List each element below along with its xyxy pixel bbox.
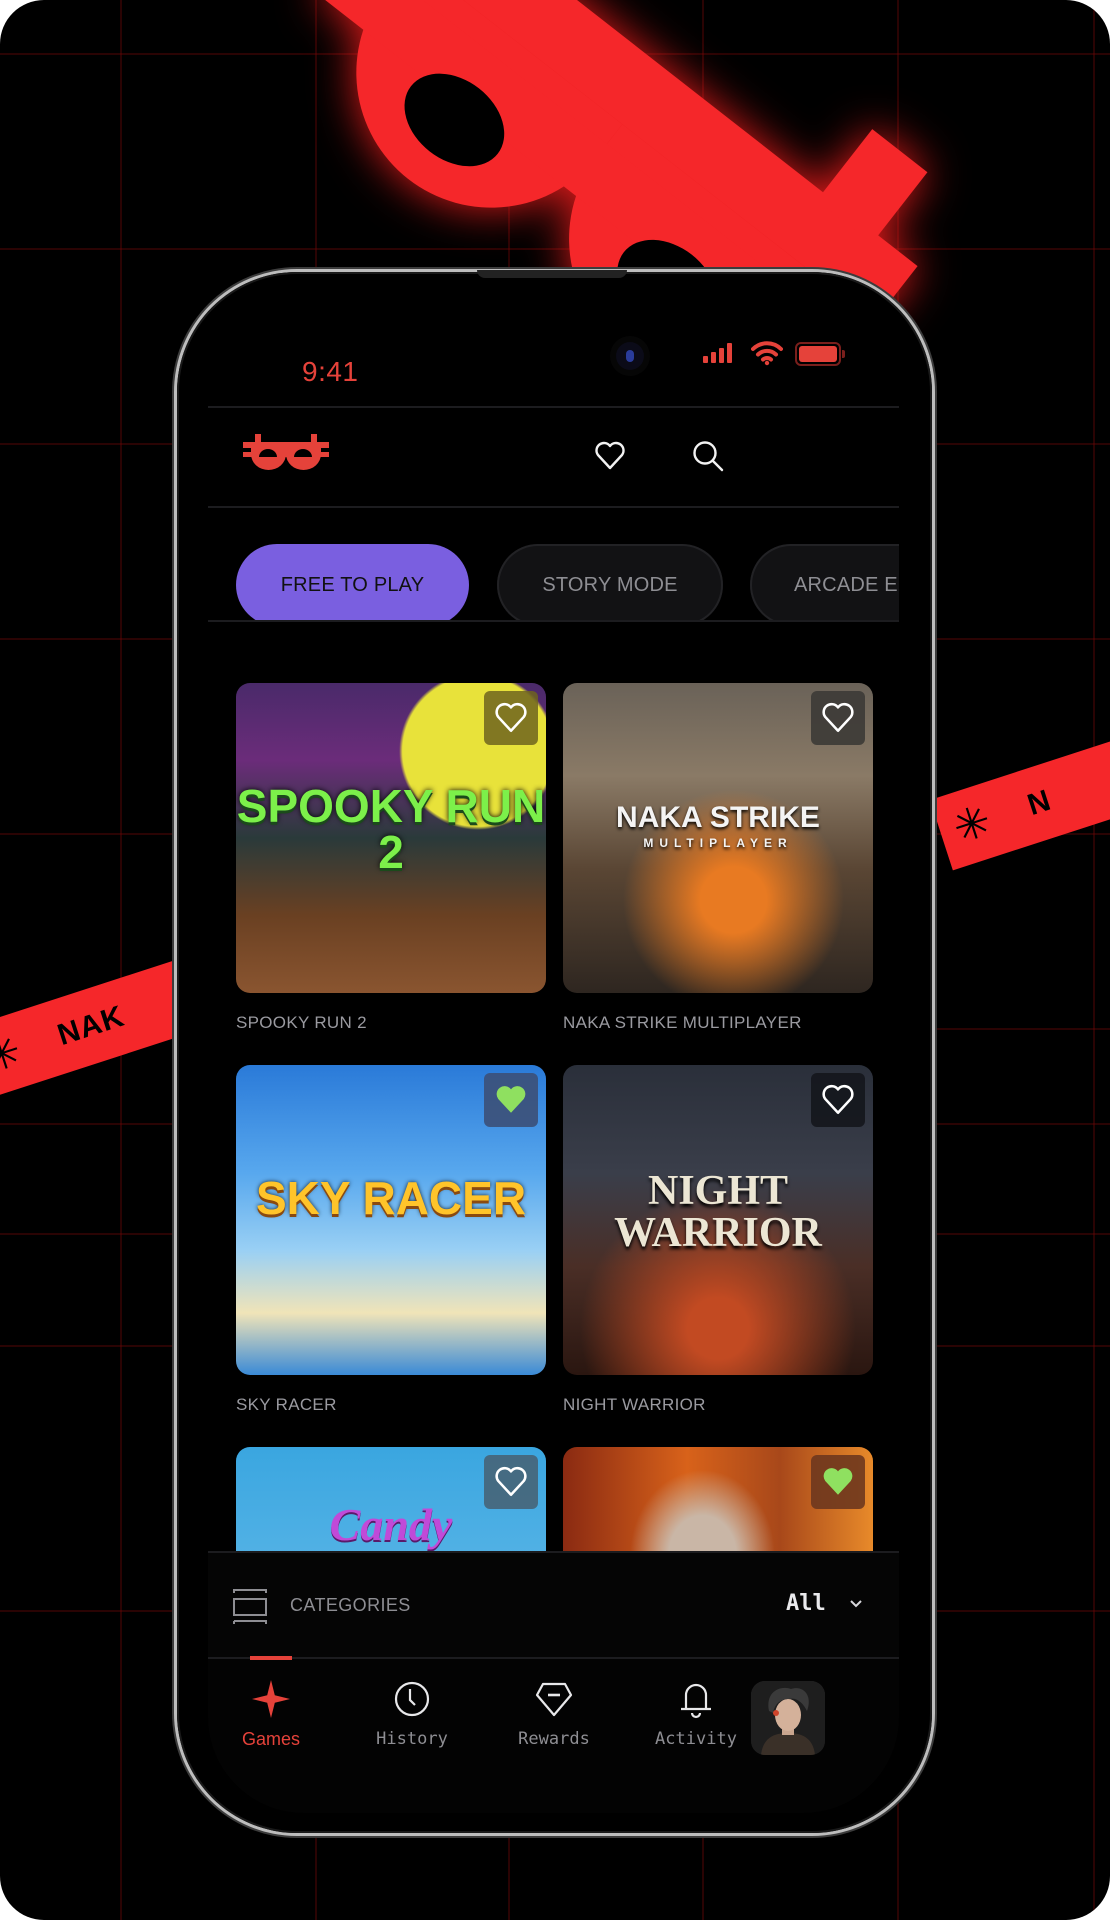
game-thumbnail[interactable]: NIGHT WARRIOR	[563, 1065, 873, 1375]
favorites-button[interactable]	[590, 436, 630, 476]
game-title: NAKA STRIKE MULTIPLAYER	[563, 1013, 802, 1032]
chip-arcade[interactable]: ARCADE E	[750, 544, 899, 620]
tab-games[interactable]: Games	[216, 1679, 326, 1759]
search-button[interactable]	[688, 436, 728, 476]
game-art-title: SPOOKY RUN 2	[236, 780, 546, 878]
bottom-tab-bar: Games History Rewards Activity	[208, 1656, 899, 1813]
chip-label: ARCADE E	[794, 573, 898, 596]
tab-label: Games	[241, 1729, 301, 1749]
sparkle-icon	[251, 1679, 291, 1719]
promo-ribbon-right: ✳ N	[930, 715, 1110, 871]
bell-icon	[681, 1683, 711, 1719]
chip-story-mode[interactable]: STORY MODE	[497, 544, 723, 620]
app-screen: 9:41 FREE TO PLAY STORY MODE ARCADE E SP…	[208, 292, 899, 1813]
categories-icon	[233, 1589, 267, 1624]
tab-label: Activity	[655, 1729, 737, 1749]
game-thumbnail[interactable]: SKY RACER	[236, 1065, 546, 1375]
tab-rewards[interactable]: Rewards	[499, 1679, 609, 1759]
chip-label: FREE TO PLAY	[280, 573, 425, 596]
game-title: NIGHT WARRIOR	[563, 1395, 706, 1414]
chevron-down-icon[interactable]	[848, 1597, 864, 1611]
promo-canvas: ✳ NAK ✳ N 9:41 FREE TO PLAY STORY MODE A…	[0, 0, 1110, 1920]
chip-free-to-play[interactable]: FREE TO PLAY	[236, 544, 469, 620]
game-thumbnail[interactable]: NAKA STRIKE MULTIPLAYER	[563, 683, 873, 993]
game-art-title: SKY RACER	[255, 1172, 527, 1224]
asterisk-icon: ✳	[0, 1025, 29, 1084]
diamond-icon	[535, 1682, 573, 1717]
favorite-button[interactable]	[811, 1455, 865, 1509]
heart-icon	[822, 702, 854, 733]
grid-line	[1093, 0, 1095, 1920]
chip-label: STORY MODE	[542, 573, 678, 596]
battery-icon	[795, 342, 845, 366]
active-tab-indicator	[250, 1656, 292, 1660]
game-thumbnail[interactable]: SPOOKY RUN 2	[236, 683, 546, 993]
wifi-icon	[751, 341, 783, 366]
ribbon-text: NAK	[53, 999, 129, 1053]
phone-speaker	[477, 270, 627, 278]
categories-dropdown[interactable]: All	[786, 1591, 826, 1616]
heart-icon	[822, 1084, 854, 1115]
avatar-image	[751, 1681, 825, 1755]
tab-label: History	[376, 1729, 448, 1749]
brand-logo[interactable]	[243, 434, 329, 470]
favorite-button[interactable]	[811, 691, 865, 745]
favorite-button[interactable]	[811, 1073, 865, 1127]
game-title: SPOOKY RUN 2	[236, 1013, 367, 1032]
tab-history[interactable]: History	[357, 1679, 467, 1759]
heart-filled-icon	[823, 1468, 853, 1495]
heart-icon	[495, 1466, 527, 1497]
app-header	[208, 406, 899, 506]
categories-bar[interactable]: CATEGORIES All	[208, 1551, 899, 1659]
heart-filled-icon	[496, 1086, 526, 1113]
favorite-button[interactable]	[484, 1455, 538, 1509]
clock-icon	[394, 1681, 430, 1717]
tab-label: Rewards	[518, 1729, 590, 1749]
front-camera	[616, 342, 644, 370]
signal-icon	[703, 343, 732, 363]
favorite-button[interactable]	[484, 691, 538, 745]
filter-chips: FREE TO PLAY STORY MODE ARCADE E	[208, 508, 899, 620]
game-title: SKY RACER	[236, 1395, 337, 1414]
game-art-title: NIGHT WARRIOR	[614, 1168, 822, 1256]
ribbon-text: N	[1023, 783, 1056, 823]
heart-icon	[595, 441, 625, 470]
game-art-title: NAKA STRIKE MULTIPLAYER	[616, 801, 820, 850]
tab-activity[interactable]: Activity	[641, 1679, 751, 1759]
status-time: 9:41	[302, 356, 359, 387]
categories-label: CATEGORIES	[290, 1595, 411, 1615]
favorite-button[interactable]	[484, 1073, 538, 1127]
phone-mockup: 9:41 FREE TO PLAY STORY MODE ARCADE E SP…	[177, 270, 932, 1833]
status-bar: 9:41	[208, 292, 899, 406]
search-icon	[693, 441, 724, 472]
asterisk-icon: ✳	[947, 795, 999, 854]
profile-avatar[interactable]	[751, 1681, 825, 1755]
heart-icon	[495, 702, 527, 733]
grid-line	[120, 0, 122, 1920]
